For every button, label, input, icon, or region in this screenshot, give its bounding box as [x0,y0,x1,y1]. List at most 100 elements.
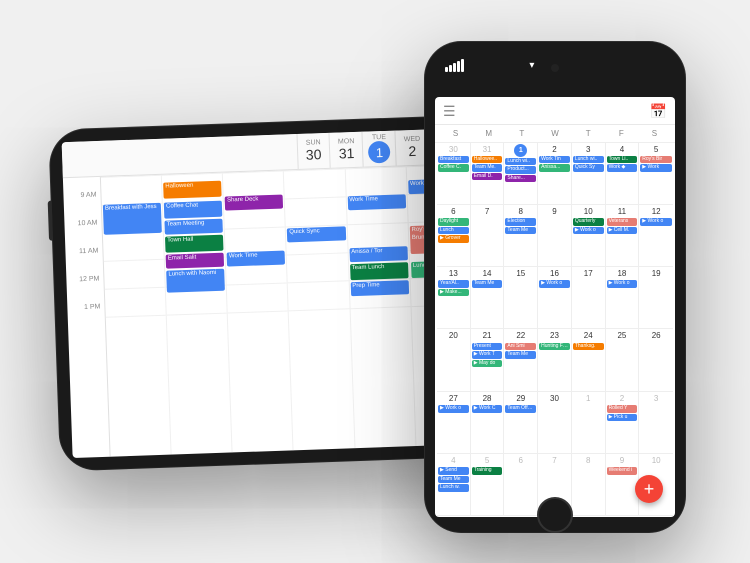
month-event[interactable]: Team Me [505,351,536,359]
month-event[interactable]: Team Offsite [505,405,536,413]
month-day-cell[interactable]: 15 [504,267,538,328]
week-event[interactable]: Anissa / Tor [349,246,408,262]
month-day-cell[interactable]: 18▶ Work o [606,267,640,328]
month-day-cell[interactable]: 1Lunch wi..Product...Share... [504,143,538,204]
month-event[interactable]: Daylight [438,218,469,226]
month-day-cell[interactable]: 16▶ Work o [538,267,572,328]
month-day-cell[interactable]: 31Hallowee..Team Me.Email D. [471,143,505,204]
fab-right[interactable]: + [635,475,663,503]
month-day-cell[interactable]: 19 [639,267,673,328]
month-event[interactable]: Email D. [472,173,503,181]
month-event[interactable]: Rolled Y [607,405,638,413]
month-event[interactable]: Training [472,467,503,475]
month-day-cell[interactable]: 27▶ Work o [437,392,471,453]
month-event[interactable]: Quarterly [573,218,604,226]
month-day-cell[interactable]: 4▶ SendTeam MeLunch w. [437,454,471,515]
month-day-cell[interactable]: 9Weekend i [606,454,640,515]
month-event[interactable]: ▶ Work T [472,351,503,359]
month-day-cell[interactable]: 26 [639,329,673,390]
month-day-cell[interactable]: 11Veterans▶ Cell M. [606,205,640,266]
month-event[interactable]: Ani Smi [505,343,536,351]
week-event[interactable]: Quick Sync [287,226,346,242]
month-day-cell[interactable]: 8 [572,454,606,515]
month-day-cell[interactable]: 1 [572,392,606,453]
month-day-cell[interactable]: 25 [606,329,640,390]
month-event[interactable]: Share... [505,175,536,183]
week-event[interactable]: Breakfast with Jess [103,202,162,234]
month-day-cell[interactable]: 2Rolled Y▶ Pick u [606,392,640,453]
month-event[interactable]: Town Li.. [607,156,638,164]
month-event[interactable]: ▶ Grover [438,235,469,243]
week-event[interactable]: Team Meeting [165,218,224,234]
month-event[interactable]: Hunting Family for Thanksgiving [539,343,570,351]
month-event[interactable]: Breakfast [438,156,469,164]
month-day-cell[interactable]: 20 [437,329,471,390]
month-event[interactable]: ▶ Make... [438,289,469,297]
month-day-cell[interactable]: 22Ani SmiTeam Me [504,329,538,390]
month-event[interactable]: ▶ Work o [539,280,570,288]
week-event[interactable]: Team Lunch [350,262,409,280]
month-event[interactable]: Weekend i [607,467,638,475]
month-event[interactable]: Year/Al.. [438,280,469,288]
week-event[interactable]: Town Hall [165,234,224,252]
month-event[interactable]: ▶ Pick u [607,414,638,422]
month-day-cell[interactable]: 17 [572,267,606,328]
week-event[interactable]: Share Deck [225,194,284,210]
home-button[interactable] [537,497,573,533]
month-event[interactable]: Team Me [472,280,503,288]
month-event[interactable]: ▶ Work C [472,405,503,413]
week-event[interactable]: Coffee Chat [164,200,223,218]
menu-icon[interactable]: ☰ [443,103,456,120]
month-day-cell[interactable]: 12▶ Work o [639,205,673,266]
month-event[interactable]: ▶ Work [640,164,672,172]
month-event[interactable]: Lunch w. [438,484,469,492]
month-day-cell[interactable]: 7 [471,205,505,266]
month-event[interactable]: Lunch wi.. [573,156,604,164]
month-event[interactable]: ▶ Work o [438,405,469,413]
month-event[interactable]: Team Me [505,227,536,235]
month-event[interactable]: Thanksg. [573,343,604,351]
month-day-cell[interactable]: 4Town Li..Work ◆ [606,143,640,204]
month-day-cell[interactable]: 30 [538,392,572,453]
month-event[interactable]: Present [472,343,503,351]
month-event[interactable]: Roy's Bir [640,156,672,164]
month-event[interactable]: ▶ Send [438,467,469,475]
month-event[interactable]: Quick Sy [573,164,604,172]
month-event[interactable]: Product... [505,166,536,174]
month-day-cell[interactable]: 2Work TinAnissa... [538,143,572,204]
month-event[interactable]: ▶ Work o [640,218,672,226]
month-event[interactable]: ▶ Work o [607,280,638,288]
month-event[interactable]: Veterans [607,218,638,226]
month-event[interactable]: Anissa... [539,164,570,172]
month-day-cell[interactable]: 5Training [471,454,505,515]
month-event[interactable]: Team Me [438,476,469,484]
month-day-cell[interactable]: 3Lunch wi..Quick Sy [572,143,606,204]
week-event[interactable]: Prep Time [350,280,409,296]
month-day-cell[interactable]: 30BreakfastCoffee C. [437,143,471,204]
month-day-cell[interactable]: 24Thanksg. [572,329,606,390]
month-day-cell[interactable]: 14Team Me [471,267,505,328]
month-day-cell[interactable]: 21Present▶ Work T▶ May do [471,329,505,390]
week-event[interactable]: Work Time [227,250,286,266]
month-event[interactable]: ▶ Cell M. [607,227,638,235]
month-event[interactable]: ▶ May do [472,360,503,368]
month-event[interactable]: Lunch [438,227,469,235]
month-day-cell[interactable]: 10Quarterly▶ Work o [572,205,606,266]
month-event[interactable]: Work ◆ [607,164,638,172]
month-day-cell[interactable]: 6 [504,454,538,515]
month-event[interactable]: ▶ Work o [573,227,604,235]
month-day-cell[interactable]: 3 [639,392,673,453]
month-day-cell[interactable]: 6DaylightLunch▶ Grover [437,205,471,266]
month-event[interactable]: Work Tin [539,156,570,164]
month-day-cell[interactable]: 5Roy's Bir▶ Work [639,143,673,204]
month-day-cell[interactable]: 28▶ Work C [471,392,505,453]
week-event[interactable]: Email Salit [166,252,225,268]
month-day-cell[interactable]: 29Team Offsite [504,392,538,453]
week-event[interactable]: Work Time [347,194,406,210]
week-event[interactable]: Halloween [163,180,222,198]
month-day-cell[interactable]: 8ElectionTeam Me [504,205,538,266]
month-day-cell[interactable]: 13Year/Al..▶ Make... [437,267,471,328]
month-event[interactable]: Hallowee.. [472,156,503,164]
calendar-icon[interactable]: 📅 [650,103,667,120]
month-event[interactable]: Team Me. [472,164,503,172]
